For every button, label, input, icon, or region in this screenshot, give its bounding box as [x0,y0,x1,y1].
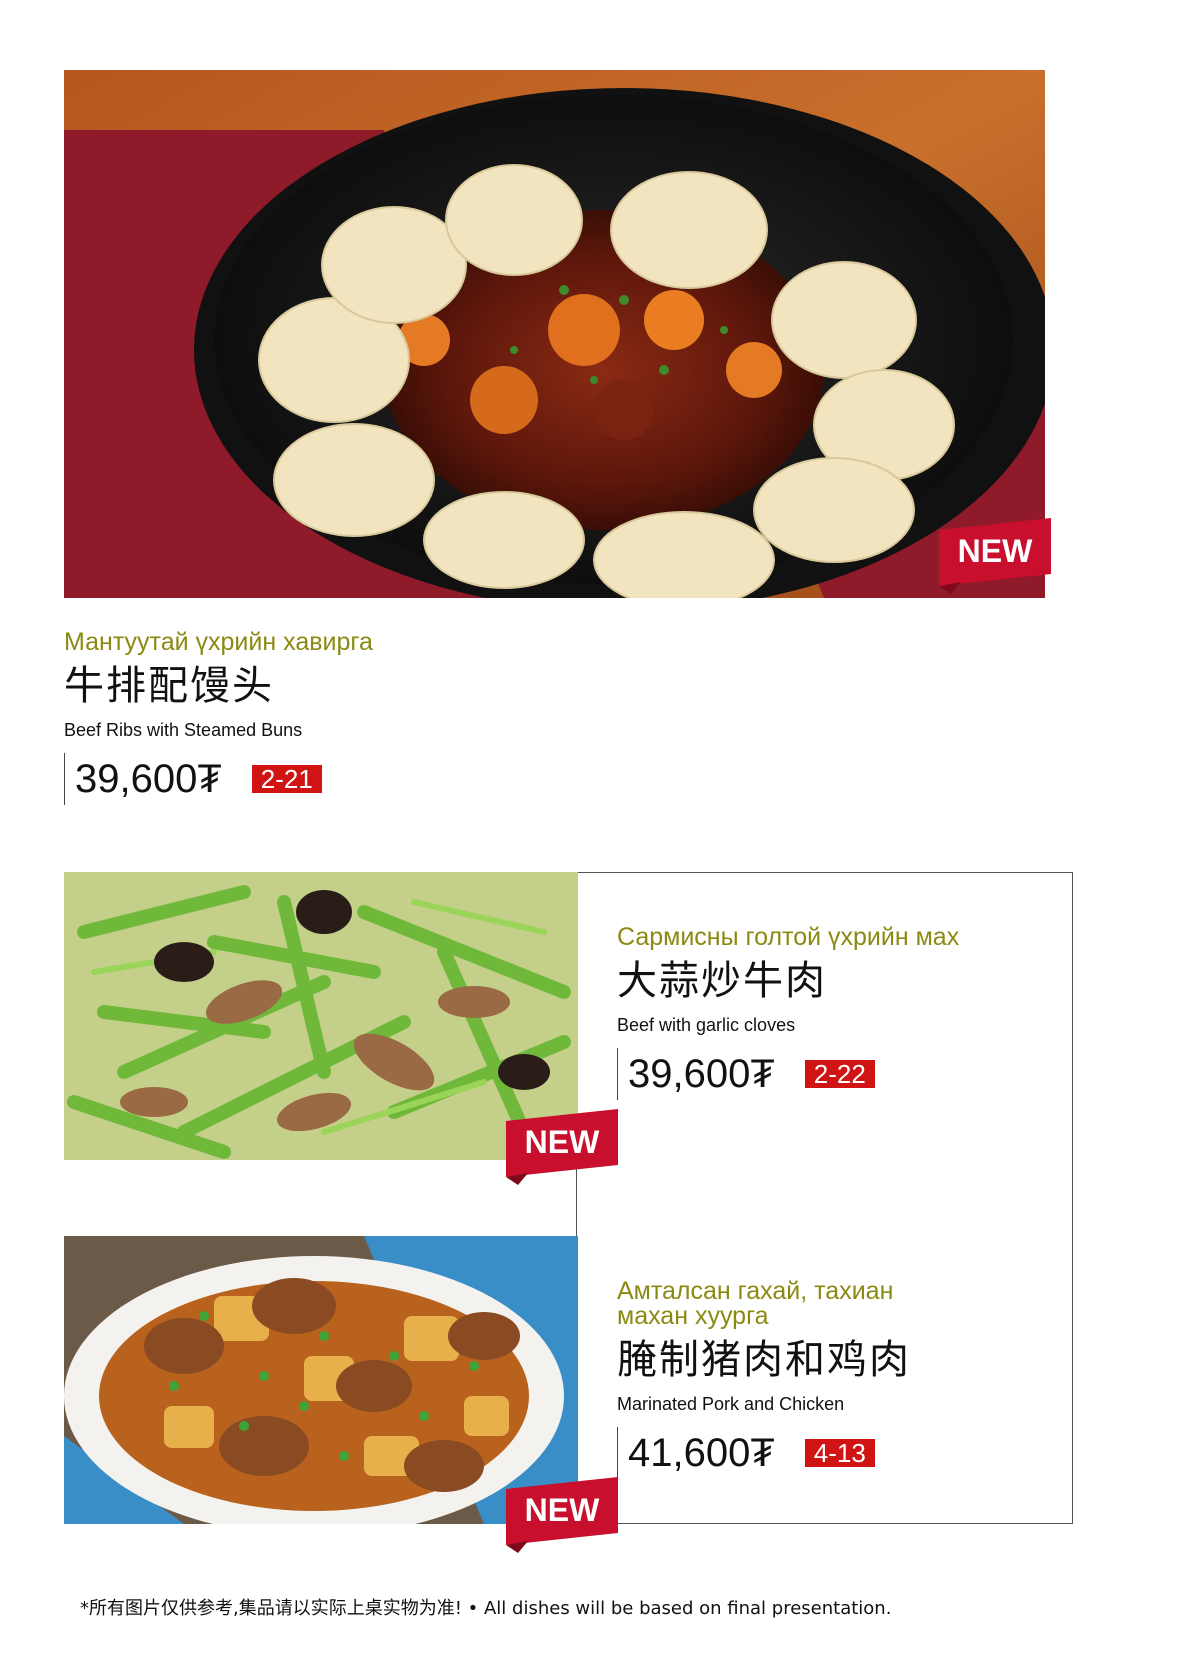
footer-disclaimer: *所有图片仅供参考,集品请以实际上桌实物为准! • All dishes wil… [80,1598,892,1619]
divider [617,1427,618,1479]
dish-name-chinese: 大蒜炒牛肉 [617,958,827,1004]
new-ribbon-item2: NEW [498,1103,626,1185]
menu-item-beef-ribs: Мантуутай үхрийн хавирга 牛排配馒头 Beef Ribs… [64,630,373,805]
menu-item-garlic-beef: Сармисны голтой үхрийн мах 大蒜炒牛肉 Beef wi… [617,925,959,1100]
dish-name-mongolian-line1: Амталсан гахай, тахиан [617,1277,894,1305]
price: 39,600₮ [628,1052,775,1096]
new-badge-text: NEW [958,533,1033,569]
new-ribbon-item1: NEW [931,512,1059,594]
divider [64,753,65,805]
dish-name-mongolian: Мантуутай үхрийн хавирга [64,628,373,656]
item-code-badge: 2-22 [804,1060,875,1088]
dish-name-english: Beef with garlic cloves [617,1015,796,1035]
price-row: 39,600₮ 2-21 [64,753,373,805]
menu-item-pork-chicken: Амталсан гахай, тахиан махан хуурга 腌制猪肉… [617,1279,911,1479]
new-badge-text: NEW [525,1124,600,1160]
dish-name-chinese: 腌制猪肉和鸡肉 [617,1337,911,1383]
price-row: 39,600₮ 2-22 [617,1048,959,1100]
price: 39,600₮ [75,757,222,801]
dish-name-english: Beef Ribs with Steamed Buns [64,720,303,740]
dish-name-mongolian: Амталсан гахай, тахиан махан хуурга [617,1279,911,1329]
dish-name-chinese: 牛排配馒头 [64,663,274,709]
item-code-badge: 4-13 [804,1439,875,1467]
dish-name-mongolian: Сармисны голтой үхрийн мах [617,923,960,951]
dish-photo-beef-ribs [64,70,1045,598]
divider [617,1048,618,1100]
new-badge-text: NEW [525,1492,600,1528]
item-code-badge: 2-21 [251,765,322,793]
new-ribbon-item3: NEW [498,1471,626,1553]
price-row: 41,600₮ 4-13 [617,1427,911,1479]
price: 41,600₮ [628,1431,775,1475]
dish-name-mongolian-line2: махан хуурга [617,1302,769,1330]
dish-name-english: Marinated Pork and Chicken [617,1394,845,1414]
